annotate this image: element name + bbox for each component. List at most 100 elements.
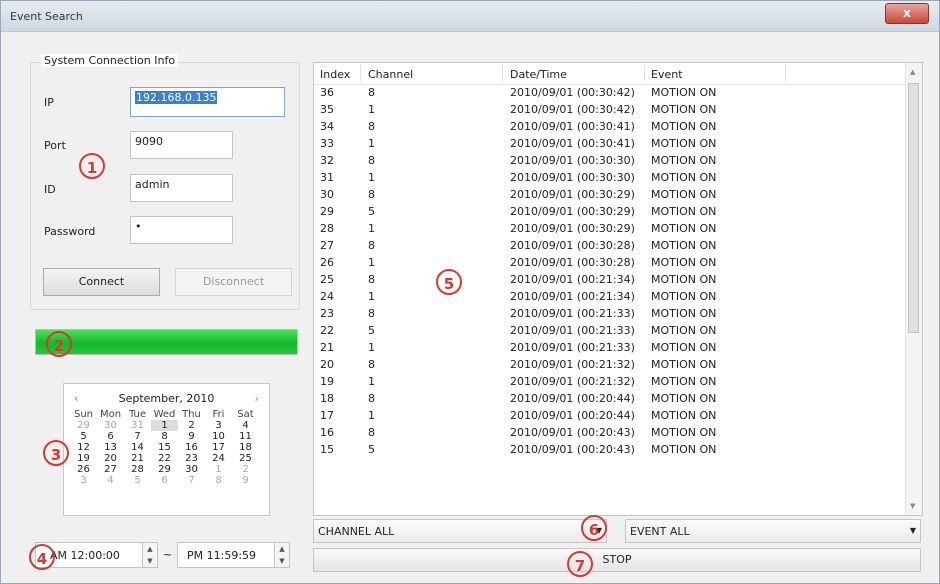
column-divider[interactable] [360,65,361,82]
calendar-day[interactable]: 3 [205,420,232,431]
calendar-day[interactable]: 18 [232,442,259,453]
calendar-day[interactable]: 24 [205,453,232,464]
port-field[interactable]: 9090 [130,131,233,159]
table-row[interactable]: 22 5 2010/09/01 (00:21:33) MOTION ON [314,323,906,338]
close-button[interactable]: x [885,3,929,24]
row-event: MOTION ON [651,324,717,337]
calendar-day[interactable]: 22 [151,453,178,464]
column-divider[interactable] [785,65,786,82]
table-row[interactable]: 26 1 2010/09/01 (00:30:28) MOTION ON [314,255,906,270]
table-row[interactable]: 32 8 2010/09/01 (00:30:30) MOTION ON [314,153,906,168]
end-time-spinner[interactable]: ▲ ▼ [274,543,289,567]
table-row[interactable]: 23 8 2010/09/01 (00:21:33) MOTION ON [314,306,906,321]
calendar-day[interactable]: 13 [97,442,124,453]
column-header-channel[interactable]: Channel [368,68,413,81]
column-header-event[interactable]: Event [651,68,683,81]
calendar-day[interactable]: 17 [205,442,232,453]
end-time-picker[interactable]: PM 11:59:59 ▲ ▼ [177,542,290,568]
calendar-day[interactable]: 2 [232,464,259,475]
password-field[interactable]: • [130,216,233,244]
row-channel: 8 [368,239,375,252]
stop-button[interactable]: STOP [313,548,921,572]
calendar-day[interactable]: 27 [97,464,124,475]
calendar-day[interactable]: 9 [178,431,205,442]
table-row[interactable]: 30 8 2010/09/01 (00:30:29) MOTION ON [314,187,906,202]
calendar-day[interactable]: 14 [124,442,151,453]
calendar-day[interactable]: 25 [232,453,259,464]
table-row[interactable]: 18 8 2010/09/01 (00:20:44) MOTION ON [314,391,906,406]
calendar-day[interactable]: 16 [178,442,205,453]
row-datetime: 2010/09/01 (00:20:43) [510,443,635,456]
channel-filter-select[interactable]: CHANNEL ALL ▼ [313,519,607,543]
table-row[interactable]: 34 8 2010/09/01 (00:30:41) MOTION ON [314,119,906,134]
table-row[interactable]: 20 8 2010/09/01 (00:21:32) MOTION ON [314,357,906,372]
calendar-day[interactable]: 28 [124,464,151,475]
column-header-index[interactable]: Index [320,68,350,81]
table-row[interactable]: 16 8 2010/09/01 (00:20:43) MOTION ON [314,425,906,440]
calendar-day[interactable]: 9 [232,475,259,486]
month-calendar[interactable]: ‹ September, 2010 › Sun Mon Tue Wed Thu Fri Sa… [63,383,270,516]
table-row[interactable]: 21 1 2010/09/01 (00:21:33) MOTION ON [314,340,906,355]
calendar-weekday: Thu [182,409,201,420]
calendar-day[interactable]: 10 [205,431,232,442]
row-datetime: 2010/09/01 (00:30:28) [510,256,635,269]
calendar-day[interactable]: 5 [124,475,151,486]
calendar-day[interactable]: 1 [205,464,232,475]
calendar-day[interactable]: 7 [124,431,151,442]
disconnect-button[interactable]: Disconnect [175,268,292,296]
start-time-spinner[interactable]: ▲ ▼ [142,543,157,567]
calendar-day[interactable]: 8 [151,431,178,442]
calendar-day[interactable]: 23 [178,453,205,464]
calendar-day[interactable]: 15 [151,442,178,453]
event-filter-select[interactable]: EVENT ALL ▼ [625,519,921,543]
calendar-day[interactable]: 21 [124,453,151,464]
calendar-day[interactable]: 4 [97,475,124,486]
table-row[interactable]: 15 5 2010/09/01 (00:20:43) MOTION ON [314,442,906,457]
table-row[interactable]: 25 8 2010/09/01 (00:21:34) MOTION ON [314,272,906,287]
table-row[interactable]: 28 1 2010/09/01 (00:30:29) MOTION ON [314,221,906,236]
scroll-down-icon[interactable]: ▼ [910,502,915,510]
table-row[interactable]: 17 1 2010/09/01 (00:20:44) MOTION ON [314,408,906,423]
calendar-day[interactable]: 3 [70,475,97,486]
ip-field[interactable]: 192.168.0.135 [130,87,285,117]
calendar-day[interactable]: 30 [178,464,205,475]
table-row[interactable]: 33 1 2010/09/01 (00:30:41) MOTION ON [314,136,906,151]
calendar-weekday: Tue [128,409,147,420]
id-field[interactable]: admin [130,174,233,202]
column-divider[interactable] [502,65,503,82]
table-row[interactable]: 24 1 2010/09/01 (00:21:34) MOTION ON [314,289,906,304]
calendar-day[interactable]: 29 [70,420,97,431]
calendar-day[interactable]: 31 [124,420,151,431]
calendar-day[interactable]: 6 [97,431,124,442]
connect-button[interactable]: Connect [43,268,160,296]
calendar-day[interactable]: 2 [178,420,205,431]
table-row[interactable]: 35 1 2010/09/01 (00:30:42) MOTION ON [314,102,906,117]
scrollbar-thumb[interactable] [908,83,919,333]
calendar-day[interactable]: 20 [97,453,124,464]
calendar-day[interactable]: 30 [97,420,124,431]
column-divider[interactable] [644,65,645,82]
calendar-day[interactable]: 4 [232,420,259,431]
table-row[interactable]: 36 8 2010/09/01 (00:30:42) MOTION ON [314,85,906,100]
event-list[interactable]: Index Channel Date/Time Event 36 8 2010/09… [313,62,923,516]
table-row[interactable]: 19 1 2010/09/01 (00:21:32) MOTION ON [314,374,906,389]
calendar-day[interactable]: 12 [70,442,97,453]
title-bar[interactable]: Event Search x [1,1,939,32]
table-row[interactable]: 31 1 2010/09/01 (00:30:30) MOTION ON [314,170,906,185]
table-row[interactable]: 27 8 2010/09/01 (00:30:28) MOTION ON [314,238,906,253]
column-header-datetime[interactable]: Date/Time [510,68,567,81]
calendar-day[interactable]: 5 [70,431,97,442]
calendar-day[interactable]: 29 [151,464,178,475]
calendar-day[interactable]: 11 [232,431,259,442]
calendar-day[interactable]: 1 [151,420,178,431]
row-event: MOTION ON [651,103,717,116]
calendar-day[interactable]: 26 [70,464,97,475]
calendar-day[interactable]: 19 [70,453,97,464]
calendar-day[interactable]: 8 [205,475,232,486]
calendar-next-icon[interactable]: › [255,392,259,405]
scroll-up-icon[interactable]: ▲ [910,68,915,76]
event-list-scrollbar[interactable]: ▲ ▼ [905,63,922,515]
table-row[interactable]: 29 5 2010/09/01 (00:30:29) MOTION ON [314,204,906,219]
calendar-day[interactable]: 7 [178,475,205,486]
calendar-day[interactable]: 6 [151,475,178,486]
